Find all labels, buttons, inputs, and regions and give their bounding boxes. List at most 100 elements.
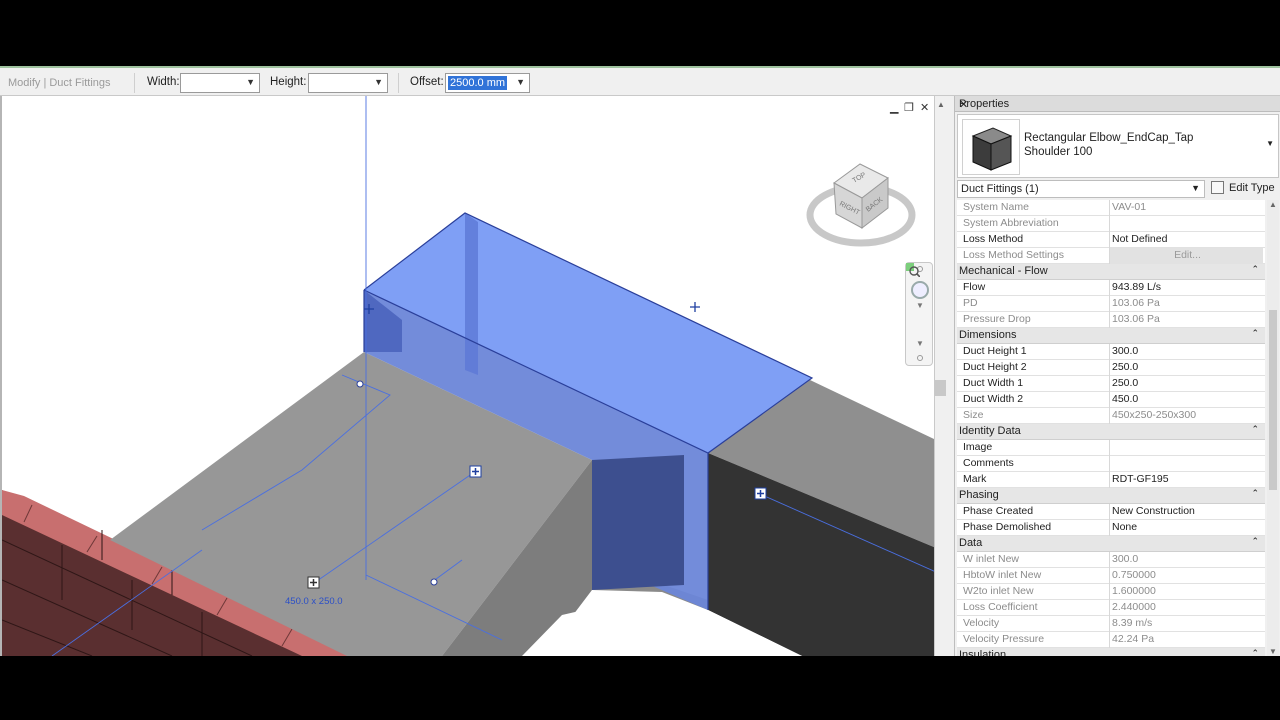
collapse-icon[interactable]: ⌃ xyxy=(1251,648,1259,656)
property-value: 450x250-250x300 xyxy=(1109,408,1263,424)
property-value[interactable]: 943.89 L/s xyxy=(1109,280,1263,296)
property-name: Duct Width 2 xyxy=(963,393,1024,405)
edit-type-label: Edit Type xyxy=(1229,182,1275,194)
property-group-header[interactable]: Phasing ⌃ xyxy=(957,488,1265,504)
property-value[interactable]: 250.0 xyxy=(1109,360,1263,376)
nav-bar-options[interactable] xyxy=(917,355,923,361)
property-row: Flow 943.89 L/s xyxy=(957,280,1265,296)
property-name: Flow xyxy=(963,281,986,293)
type-name: Rectangular Elbow_EndCap_Tap Shoulder 10… xyxy=(1024,131,1193,159)
property-row: Loss Coefficient 2.440000 xyxy=(957,600,1265,616)
property-group-header[interactable]: Data ⌃ xyxy=(957,536,1265,552)
property-row: Mark RDT-GF195 xyxy=(957,472,1265,488)
property-row: Duct Width 1 250.0 xyxy=(957,376,1265,392)
3d-viewport[interactable]: TOP RIGHT BACK ▁ ❐ ✕ 450.0 x 250.0 ▼ ▼ xyxy=(0,96,934,656)
chevron-down-icon[interactable]: ▼ xyxy=(1269,647,1277,656)
context-label: Modify | Duct Fittings xyxy=(8,77,111,89)
property-value: 103.06 Pa xyxy=(1109,296,1263,312)
property-name: Velocity Pressure xyxy=(963,633,1045,645)
property-row: W2to inlet New 1.600000 xyxy=(957,584,1265,600)
chevron-down-icon[interactable]: ▼ xyxy=(1266,139,1274,148)
property-row: Loss Method Not Defined xyxy=(957,232,1265,248)
restore-icon[interactable]: ❐ xyxy=(904,101,914,114)
property-row: Duct Height 2 250.0 xyxy=(957,360,1265,376)
collapse-icon[interactable]: ⌃ xyxy=(1251,264,1259,275)
offset-combo[interactable]: 2500.0 mm ▼ xyxy=(445,73,530,93)
zoom-icon[interactable] xyxy=(906,263,920,277)
property-row: Velocity Pressure 42.24 Pa xyxy=(957,632,1265,648)
property-value[interactable] xyxy=(1109,456,1263,472)
viewport-scroll-thumb[interactable] xyxy=(935,380,946,396)
property-value[interactable]: 250.0 xyxy=(1109,376,1263,392)
property-row: Image xyxy=(957,440,1265,456)
property-value: 300.0 xyxy=(1109,552,1263,568)
property-name: System Abbreviation xyxy=(963,217,1059,229)
cube-icon xyxy=(971,127,1013,171)
property-value[interactable] xyxy=(1109,440,1263,456)
navigation-bar[interactable]: ▼ ▼ xyxy=(905,262,933,366)
collapse-icon[interactable]: ⌃ xyxy=(1251,328,1259,339)
property-name: Phase Demolished xyxy=(963,521,1052,533)
viewport-scrollbar[interactable] xyxy=(934,96,954,656)
property-group-header[interactable]: Insulation ⌃ xyxy=(957,648,1265,656)
group-label: Data xyxy=(959,537,983,549)
close-icon[interactable]: ✕ xyxy=(959,98,1277,111)
type-selector[interactable]: Rectangular Elbow_EndCap_Tap Shoulder 10… xyxy=(957,114,1279,178)
chevron-down-icon: ▼ xyxy=(374,77,383,87)
collapse-icon[interactable]: ⌃ xyxy=(1251,424,1259,435)
chevron-down-icon[interactable]: ▼ xyxy=(916,301,924,310)
chevron-down-icon[interactable]: ▼ xyxy=(916,339,924,348)
options-bar: Modify | Duct Fittings Width: ▼ Height: … xyxy=(0,66,1280,96)
property-group-header[interactable]: Identity Data ⌃ xyxy=(957,424,1265,440)
property-name: Pressure Drop xyxy=(963,313,1031,325)
elbow-tap-face xyxy=(592,455,684,590)
offset-value: 2500.0 mm xyxy=(448,76,508,90)
property-value[interactable]: 300.0 xyxy=(1109,344,1263,360)
property-name: Duct Height 2 xyxy=(963,361,1027,373)
property-row: PD 103.06 Pa xyxy=(957,296,1265,312)
property-name: Phase Created xyxy=(963,505,1034,517)
property-value[interactable]: None xyxy=(1109,520,1263,536)
chevron-down-icon: ▼ xyxy=(246,77,255,87)
chevron-up-icon[interactable]: ▲ xyxy=(937,100,945,109)
property-name: Duct Width 1 xyxy=(963,377,1024,389)
property-row: W inlet New 300.0 xyxy=(957,552,1265,568)
width-combo[interactable]: ▼ xyxy=(180,73,260,93)
edit-settings-button[interactable]: Edit... xyxy=(1109,248,1263,264)
duct-fitting-thumbnail xyxy=(962,119,1020,175)
steering-wheel-icon[interactable] xyxy=(911,281,929,299)
property-value[interactable]: RDT-GF195 xyxy=(1109,472,1263,488)
close-icon[interactable]: ✕ xyxy=(920,101,929,114)
instance-filter-dropdown[interactable]: Duct Fittings (1) ▼ xyxy=(957,180,1205,198)
property-value[interactable]: Not Defined xyxy=(1109,232,1263,248)
property-row: Duct Width 2 450.0 xyxy=(957,392,1265,408)
height-label: Height: xyxy=(270,76,307,88)
property-name: Duct Height 1 xyxy=(963,345,1027,357)
property-value: 0.750000 xyxy=(1109,568,1263,584)
height-combo[interactable]: ▼ xyxy=(308,73,388,93)
group-label: Dimensions xyxy=(959,329,1017,341)
view-cube-icon: TOP RIGHT BACK xyxy=(806,163,916,247)
dimension-label: 450.0 x 250.0 xyxy=(285,596,343,607)
offset-label: Offset: xyxy=(410,76,444,88)
property-row: Comments xyxy=(957,456,1265,472)
property-group-header[interactable]: Dimensions ⌃ xyxy=(957,328,1265,344)
properties-scroll-thumb[interactable] xyxy=(1269,310,1277,490)
filter-value: Duct Fittings (1) xyxy=(961,183,1039,195)
collapse-icon[interactable]: ⌃ xyxy=(1251,536,1259,547)
property-name: Loss Coefficient xyxy=(963,601,1038,613)
type-family: Rectangular Elbow_EndCap_Tap xyxy=(1024,132,1194,144)
properties-scrollbar[interactable]: ▲ ▼ xyxy=(1267,200,1279,656)
property-row: Loss Method Settings Edit... xyxy=(957,248,1265,264)
property-row: Pressure Drop 103.06 Pa xyxy=(957,312,1265,328)
collapse-icon[interactable]: ⌃ xyxy=(1251,488,1259,499)
property-value[interactable]: 450.0 xyxy=(1109,392,1263,408)
property-row: Duct Height 1 300.0 xyxy=(957,344,1265,360)
property-value[interactable]: New Construction xyxy=(1109,504,1263,520)
minimize-icon[interactable]: ▁ xyxy=(890,101,898,114)
property-name: W2to inlet New xyxy=(963,585,1034,597)
property-group-header[interactable]: Mechanical - Flow ⌃ xyxy=(957,264,1265,280)
width-label: Width: xyxy=(147,76,180,88)
property-value: 103.06 Pa xyxy=(1109,312,1263,328)
chevron-up-icon[interactable]: ▲ xyxy=(1269,200,1277,209)
